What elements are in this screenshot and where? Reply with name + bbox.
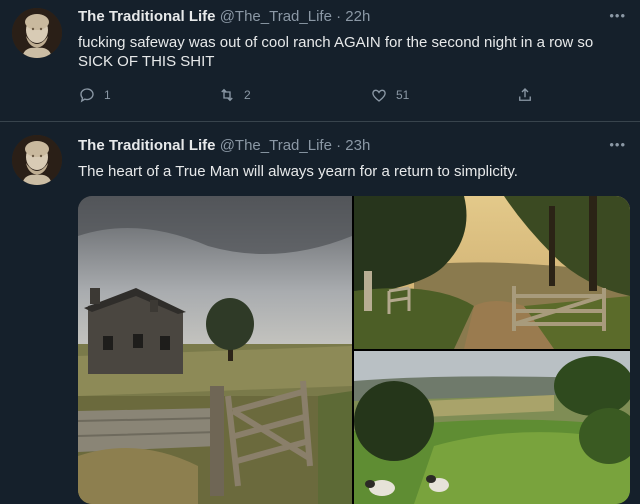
media-grid [78,196,630,504]
separator: · [336,137,342,154]
tweet-text: fucking safeway was out of cool ranch AG… [78,34,594,70]
reply-button[interactable]: 1 [78,86,111,104]
tweet[interactable]: The Traditional Life @The_Trad_Life · 22… [0,0,640,122]
photo-forest-path[interactable] [354,196,630,349]
more-icon[interactable]: ••• [609,137,626,152]
like-button[interactable]: 51 [370,86,409,104]
heart-icon [372,89,386,102]
tweet[interactable]: The Traditional Life @The_Trad_Life · 23… [0,123,640,504]
avatar[interactable] [12,135,62,185]
timestamp[interactable]: 22h [345,8,370,25]
tweet-header: The Traditional Life @The_Trad_Life · 23… [78,137,370,154]
reply-count: 1 [104,88,111,102]
display-name[interactable]: The Traditional Life [78,137,216,154]
separator: · [336,8,342,25]
share-button[interactable] [516,86,534,104]
tweet-header: The Traditional Life @The_Trad_Life · 22… [78,8,370,25]
retweet-icon [221,88,233,102]
like-count: 51 [396,88,410,102]
reply-icon [80,88,94,103]
tweet-actions: 1 2 51 [78,86,548,108]
retweet-count: 2 [244,88,251,102]
bust-avatar-image [12,135,62,185]
photo-valley-sheep[interactable] [354,351,630,504]
tweet-text: The heart of a True Man will always year… [78,163,518,180]
farmhouse-image [78,196,352,504]
forest-path-image [354,196,630,349]
retweet-button[interactable]: 2 [218,86,251,104]
valley-sheep-image [354,351,630,504]
user-handle[interactable]: @The_Trad_Life [220,8,332,25]
bust-avatar-image [12,8,62,58]
photo-farmhouse[interactable] [78,196,352,504]
user-handle[interactable]: @The_Trad_Life [220,137,332,154]
share-icon [519,88,531,101]
avatar[interactable] [12,8,62,58]
timestamp[interactable]: 23h [345,137,370,154]
more-icon[interactable]: ••• [609,8,626,23]
display-name[interactable]: The Traditional Life [78,8,216,25]
